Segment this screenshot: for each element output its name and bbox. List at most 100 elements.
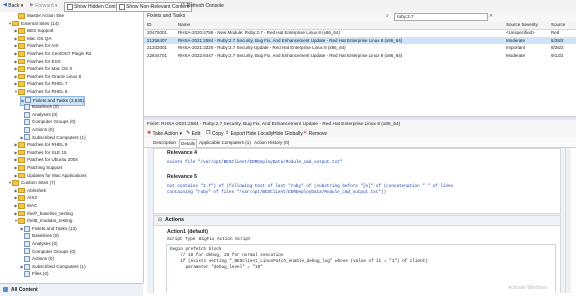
folder-icon [18,89,25,95]
list-empty-area [144,64,576,116]
remove-icon: ✕ [303,130,308,137]
tab-action-history[interactable]: Action History (0) [253,139,290,147]
tree-item-label: Subscribed Computers (1) [32,263,86,269]
content-icon [24,103,30,110]
forward-arrow-icon: ▶ [30,2,34,9]
tree-item-label: Actions (0) [32,127,54,132]
content-icon [24,263,30,270]
cell-source: Red [551,30,560,35]
action1-heading: Action1 (default) [167,229,208,235]
tree-item-label: Baselines (0) [32,104,59,110]
table-row[interactable]: 21258407 RHSA-2021:2584 - Ruby:2.7 Securi… [144,36,576,44]
forward-button[interactable]: ▶ Forward ▾ [30,2,58,10]
all-content-nav-button[interactable]: All Content [0,283,143,296]
search-icon: ⌕ [386,13,389,19]
relevance-5-code-line-1: not contains "2.7") of (following text o… [167,184,454,189]
content-icon [24,225,30,232]
export-button[interactable]: ⇪ Export [225,130,245,138]
tree-item-label: Patches for Ubuntu 2004 [27,157,78,163]
tree-item-label: Baselines (0) [32,233,59,239]
refresh-console-button[interactable]: ⟳ Refresh Console [181,2,224,10]
tab-description[interactable]: Description [152,139,177,147]
cell-source: 8/26/2 [551,45,564,50]
relevance-4-heading: Relevance 4 [167,150,197,156]
cell-name: RHSA-2021:2584 - Ruby:2.7 Security, Bug … [178,37,403,43]
tree-item-label: Master Action Site [27,13,65,18]
edit-button[interactable]: ✎ Edit [186,130,200,138]
column-header-source-severity[interactable]: Source Severity [506,21,550,28]
folder-icon [18,81,25,87]
tree-item-label: Updates for Mac Applications [27,172,87,178]
tab-applicable-computers[interactable]: Applicable Computers (1) [198,139,252,147]
list-pane-title: Fixlets and Tasks [147,13,186,19]
back-button[interactable]: ◀ Back ▾ [3,2,23,10]
folder-icon [12,20,19,27]
detail-title: Fixlet: RHSA-2021:2584 - Ruby:2.7 Securi… [147,122,401,127]
tree-item[interactable]: Files (0) [20,270,49,278]
details-content: Relevance 4 exists file "/var/opt/BESCli… [147,148,571,293]
content-icon [24,134,30,141]
folder-icon [18,195,25,201]
hide-globally-button[interactable]: Hide Globally [273,130,303,138]
tree-item-label: Computer Groups (0) [32,248,76,254]
checkbox-icon [67,3,73,10]
folder-icon [18,172,25,179]
folder-icon [18,218,25,224]
tree-item-label: External Sites (14) [21,20,59,26]
folder-icon [18,203,25,209]
tree-item-label: BES Support [27,28,54,34]
folder-icon [18,142,25,148]
take-action-button[interactable]: ✚ Take Action ▾ [147,130,182,138]
action-script-box: begin prefetch block // 10 for debug, 20… [166,244,556,293]
folder-icon [12,180,19,186]
folder-icon [18,58,25,65]
table-row[interactable]: 21332001 RHSA-2021:3320 - Ruby:2.7 Securi… [144,44,576,51]
cell-name: RHSA-2021:3320 - Ruby:2.7 Security Updat… [178,45,346,50]
script-type-value: BigFix Action Script [199,237,251,242]
copy-button[interactable]: ❐ Copy [206,130,224,138]
relevance-section: Relevance 4 exists file "/var/opt/BESCli… [153,148,561,214]
cell-id: 22644701 [147,52,168,58]
tree-item-label: Files (0) [32,271,49,277]
clear-search-icon[interactable]: ✕ [489,13,493,20]
tree-item-label: MAC [27,203,38,208]
tree-item-label: Fixlets and Tasks (3,835) [33,97,84,103]
column-header-name[interactable]: Name [178,21,478,28]
cell-id: 21258407 [147,37,168,43]
column-header-id[interactable]: ID [147,21,177,28]
tree-item-label: Computer Groups (0) [32,119,76,125]
tree-item-label: Patching Support [27,165,63,170]
tree-item-label: Analyses (0) [32,111,58,117]
cell-source: 6/28/2 [551,37,564,43]
take-action-icon: ✚ [147,130,152,137]
cell-source-severity: Important [506,45,526,50]
hide-locally-button[interactable]: Hide Locally [246,130,273,138]
folder-icon [18,51,25,57]
back-arrow-icon: ◀ [3,2,7,9]
detail-tabs: Description Details Applicable Computers… [144,138,576,148]
copy-icon: ❐ [206,130,211,137]
tree-item-label: Patches for SLE 15 [27,149,67,155]
cell-source-severity: Moderate [506,37,526,43]
tree-item-label: Custom Sites (7) [21,180,56,186]
tab-details[interactable]: Details [179,139,198,148]
actions-section-header[interactable]: ⊟ Actions [154,216,560,226]
content-icon [24,271,30,278]
collapse-icon[interactable]: ⊟ [158,216,162,225]
column-header-source[interactable]: Source [551,21,573,28]
folder-icon [18,35,25,42]
table-row[interactable]: 22644701 RHSA-2022:6447 - Ruby:2.7 Securi… [144,52,576,59]
remove-button[interactable]: ✕ Remove [303,130,327,138]
table-row[interactable]: 20475001 RHSA-2020:4759 - New Module: Rub… [144,29,576,36]
detail-scrollbar[interactable] [565,148,571,293]
tree-item-label: AIX2 [27,195,37,201]
tree-item-label: Subscribed Computers (1) [32,134,86,140]
cell-id: 21332001 [147,45,168,50]
relevance-5-code-line-2: containing "ruby" of files "/var/opt/BES… [167,190,387,195]
all-content-icon [3,287,8,292]
folder-icon [18,210,25,217]
edit-icon: ✎ [186,130,191,137]
folder-icon [18,165,25,171]
checkbox-icon [119,3,125,10]
search-input[interactable]: ruby:2.7 [394,13,488,21]
